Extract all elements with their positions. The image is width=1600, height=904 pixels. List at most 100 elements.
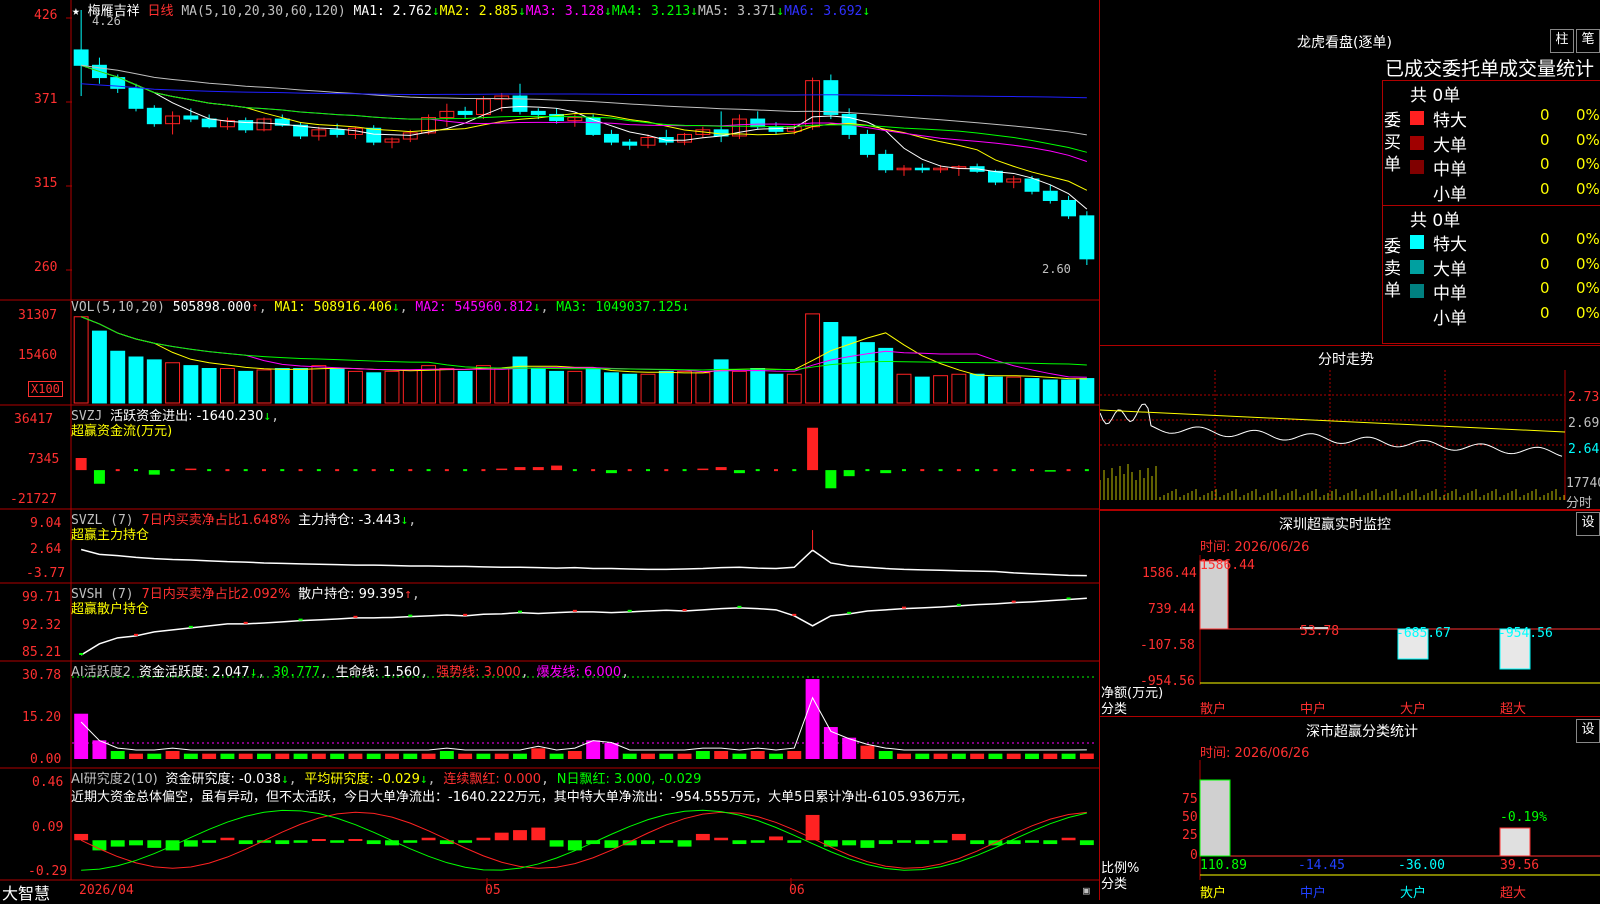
order-percent: 0% xyxy=(1576,155,1600,173)
stat-title: 已成交委托单成交量统计 xyxy=(1385,58,1595,80)
flow-bar xyxy=(880,470,892,474)
flow-dot xyxy=(335,469,340,472)
volume-bar xyxy=(859,342,875,404)
volume-bar xyxy=(293,368,309,404)
retail-dot xyxy=(298,618,303,621)
activity-bar xyxy=(604,743,619,759)
svsh-tick: 85.21 xyxy=(22,645,62,660)
order-count: 0 xyxy=(1540,254,1550,273)
svzj-tick: 7345 xyxy=(28,452,60,467)
ai-tick: 15.20 xyxy=(22,710,62,725)
kline-chart[interactable] xyxy=(0,0,1100,900)
class-tick: 50 xyxy=(1182,810,1198,825)
research-bar xyxy=(970,840,985,845)
vol-value: 505898.000 xyxy=(172,300,252,315)
high-mark: 4.26 xyxy=(92,14,121,28)
volume-bar xyxy=(274,368,290,404)
candle-body xyxy=(823,80,839,115)
flow-dot xyxy=(938,469,943,472)
star-icon[interactable]: ★ xyxy=(72,4,80,19)
activity-bar xyxy=(659,753,674,759)
class-value: -36.00 xyxy=(1398,858,1445,873)
flow-dot xyxy=(1030,469,1034,472)
candle-body xyxy=(987,170,1003,183)
activity-bar xyxy=(878,751,893,759)
tick-view-button[interactable]: 笔 xyxy=(1576,29,1600,53)
bar-view-button[interactable]: 柱 xyxy=(1550,29,1574,53)
svzl-sub: 超赢主力持仓 xyxy=(71,528,150,543)
svzl-tick: 2.64 xyxy=(30,542,62,557)
candle-body xyxy=(201,118,217,128)
activity-bar xyxy=(220,753,235,759)
volume-bar xyxy=(421,365,437,404)
ma1-value: MA1: 2.762 xyxy=(353,4,432,19)
research-bar xyxy=(129,840,143,846)
activity-bar xyxy=(586,740,601,759)
ai-v2: 30.777 xyxy=(273,665,321,680)
intraday-chart[interactable] xyxy=(1100,370,1600,510)
flow-dot xyxy=(408,469,413,472)
activity-bar xyxy=(988,753,1003,759)
flow-dot xyxy=(646,469,650,472)
flow-dot xyxy=(792,469,797,472)
order-type: 大单 xyxy=(1433,259,1467,280)
research-bar xyxy=(421,837,436,841)
ai-tick: 0.00 xyxy=(30,752,62,767)
research-bar xyxy=(275,840,290,845)
class-settings-button[interactable]: 设 xyxy=(1576,719,1600,743)
activity-bar xyxy=(439,751,454,759)
arrow-down-icon: ↓ xyxy=(517,4,526,19)
research-bar xyxy=(494,832,509,841)
arrow-down-icon: ↓ xyxy=(431,4,440,19)
activity-bar xyxy=(202,753,217,759)
ma-line xyxy=(81,64,1087,136)
volume-bar xyxy=(165,362,181,404)
activity-bar xyxy=(458,753,473,759)
monitor-cat: 散户 xyxy=(1200,702,1227,717)
flow-dot xyxy=(316,469,321,472)
flow-dot xyxy=(572,469,577,472)
retail-dot xyxy=(353,615,358,618)
activity-bar xyxy=(183,753,198,759)
activity-bar xyxy=(165,751,180,759)
class-value: -14.45 xyxy=(1298,858,1345,873)
class-cat-label: 分类 xyxy=(1101,877,1128,892)
research-bar xyxy=(147,840,162,848)
candle-body xyxy=(146,107,162,125)
ma-line xyxy=(81,83,1087,99)
volume-bar xyxy=(603,372,619,404)
kline-header: ★ 梅雁吉祥 日线 MA(5,10,20,30,60,120) MA1: 2.7… xyxy=(72,0,870,19)
flow-dot xyxy=(207,469,212,472)
research-bar xyxy=(732,840,747,845)
flow-bar xyxy=(496,468,508,471)
ma-line xyxy=(80,64,1087,153)
volume-bar xyxy=(1042,379,1058,404)
volume-bar xyxy=(567,370,583,404)
candle-body xyxy=(128,87,144,109)
period-label[interactable]: 日线 xyxy=(148,4,174,19)
vol-tick: 31307 xyxy=(18,308,58,323)
volume-bar xyxy=(622,373,638,404)
class-tick: 0 xyxy=(1190,848,1198,863)
activity-bar xyxy=(1061,753,1076,759)
retail-dot xyxy=(518,610,522,613)
research-bar xyxy=(1061,837,1076,841)
monitor-settings-button[interactable]: 设 xyxy=(1576,512,1600,536)
volume-bar xyxy=(439,368,455,404)
flow-dot xyxy=(774,469,778,472)
activity-bar xyxy=(805,679,820,759)
activity-bar xyxy=(933,753,948,759)
order-count: 0 xyxy=(1540,106,1550,124)
fs-tick: 2.645 xyxy=(1568,442,1600,457)
order-count: 0 xyxy=(1540,155,1550,173)
monitor-value: -954.56 xyxy=(1498,626,1553,641)
lock-icon[interactable]: ▣ xyxy=(1083,884,1090,897)
research-bar xyxy=(878,840,893,845)
retail-dot xyxy=(682,609,687,612)
retail-dot xyxy=(737,605,742,608)
activity-bar xyxy=(330,753,345,759)
flow-bar xyxy=(843,470,855,477)
low-mark: 2.60 xyxy=(1042,262,1071,276)
ai-tick: 30.78 xyxy=(22,668,62,683)
yj-tick: 0.46 xyxy=(32,775,64,790)
